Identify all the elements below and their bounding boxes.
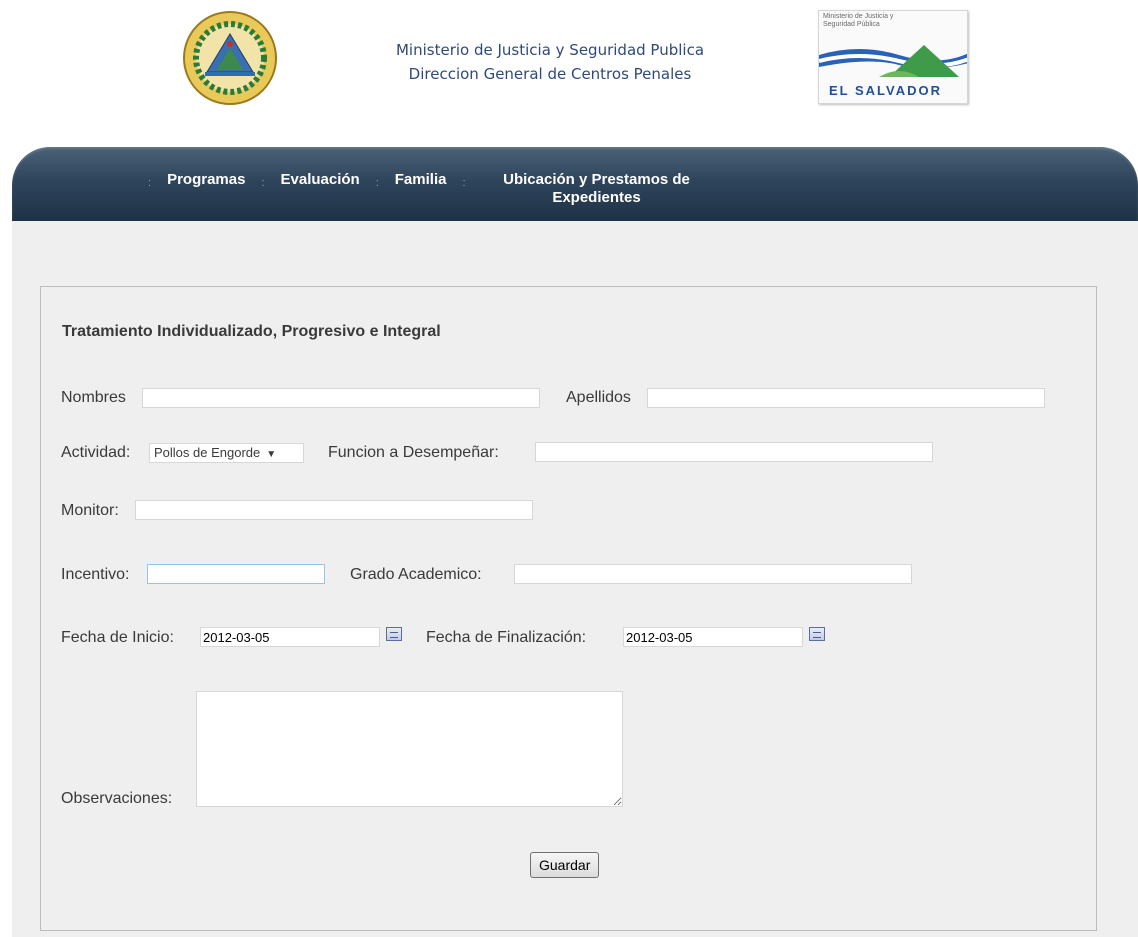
fecha-inicio-input[interactable] — [200, 627, 380, 647]
monitor-label: Monitor: — [61, 502, 119, 519]
nav-item-familia[interactable]: Familia — [395, 171, 447, 189]
ministry-title: Ministerio de Justicia y Seguridad Publi… — [395, 41, 705, 59]
page: Ministerio de Justicia y Seguridad Publi… — [0, 0, 1138, 937]
nav-item-ubicacion-prestamos[interactable]: Ubicación y Prestamos de Expedientes — [482, 171, 712, 207]
funcion-input[interactable] — [535, 442, 933, 462]
calendar-icon[interactable] — [386, 627, 402, 641]
fecha-fin-label: Fecha de Finalización: — [426, 629, 587, 646]
actividad-label: Actividad: — [61, 444, 131, 461]
nav-item-programas[interactable]: Programas — [167, 171, 245, 189]
header-titles: Ministerio de Justicia y Seguridad Publi… — [330, 38, 770, 86]
grado-input[interactable] — [514, 564, 912, 584]
logo-country: EL SALVADOR — [829, 83, 943, 98]
guardar-button[interactable]: Guardar — [530, 852, 600, 878]
coat-of-arms-logo — [175, 8, 285, 108]
flag-mountain-icon — [819, 45, 967, 77]
incentivo-label: Incentivo: — [61, 566, 130, 583]
nav-separator: : — [375, 177, 379, 189]
incentivo-input[interactable] — [147, 564, 325, 584]
nombres-input[interactable] — [142, 388, 540, 408]
apellidos-label: Apellidos — [566, 389, 631, 406]
header: Ministerio de Justicia y Seguridad Publi… — [0, 0, 1138, 130]
observaciones-textarea[interactable] — [196, 691, 623, 807]
fecha-fin-input[interactable] — [623, 627, 803, 647]
form-container — [40, 286, 1097, 931]
calendar-icon[interactable] — [809, 627, 825, 641]
fecha-inicio-label: Fecha de Inicio: — [61, 629, 174, 646]
directorate-title: Direccion General de Centros Penales — [408, 65, 692, 83]
grado-label: Grado Academico: — [350, 566, 482, 583]
actividad-select[interactable]: Pollos de Engorde ▼ — [149, 443, 304, 463]
funcion-label: Funcion a Desempeñar: — [328, 444, 499, 461]
nombres-label: Nombres — [61, 389, 126, 406]
nav-separator: : — [148, 177, 152, 189]
nav-separator: : — [261, 177, 265, 189]
observaciones-label: Observaciones: — [61, 790, 173, 807]
main-nav: : Programas : Evaluación : Familia : Ubi… — [12, 147, 1138, 221]
form-title: Tratamiento Individualizado, Progresivo … — [62, 323, 441, 340]
monitor-input[interactable] — [135, 500, 533, 520]
nav-separator: : — [462, 177, 466, 189]
chevron-down-icon: ▼ — [266, 449, 277, 460]
apellidos-input[interactable] — [647, 388, 1045, 408]
nav-item-evaluacion[interactable]: Evaluación — [281, 171, 360, 189]
actividad-selected-value: Pollos de Engorde — [154, 445, 261, 460]
el-salvador-logo: Ministerio de Justicia y Seguridad Públi… — [818, 10, 968, 104]
